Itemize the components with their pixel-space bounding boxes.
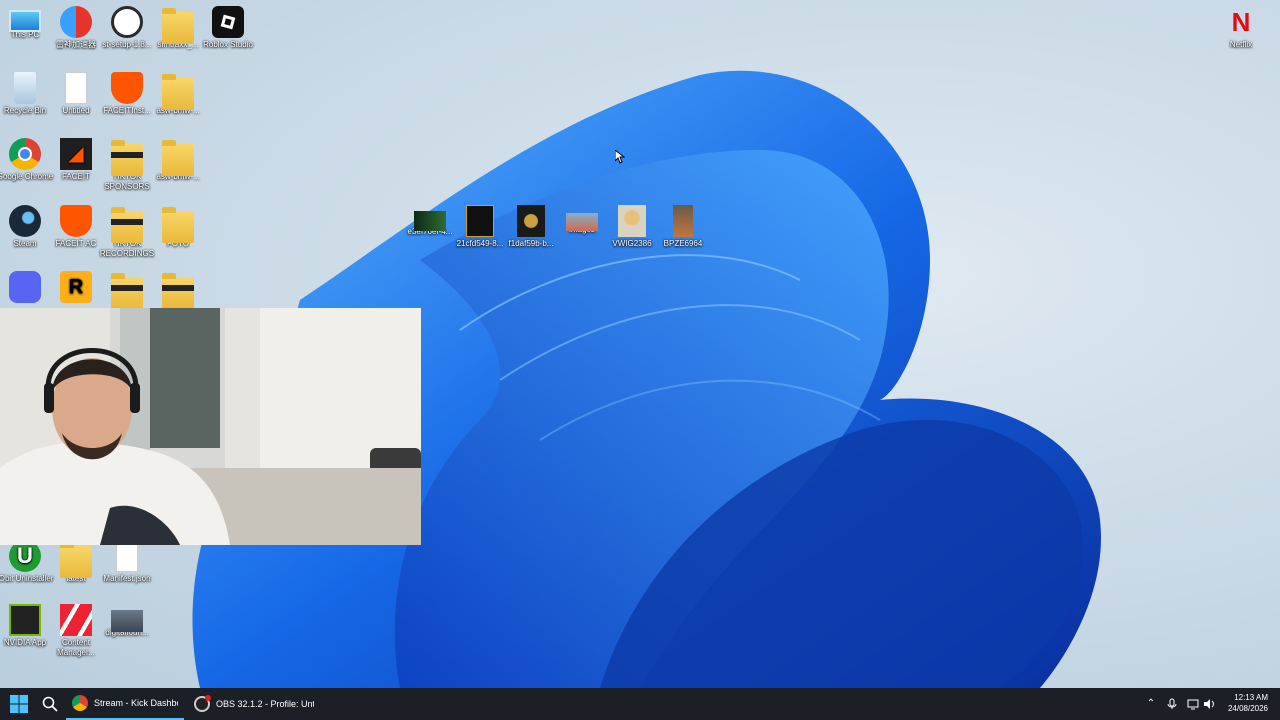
folder-icon: [162, 74, 194, 110]
taskbar-app-chrome[interactable]: Stream - Kick Dashboar: [66, 688, 184, 720]
webcam-overlay: [0, 308, 421, 545]
desktop-icon-foto[interactable]: FOTO: [148, 205, 208, 249]
desktop-icon-bpze6964[interactable]: BPZE6964: [653, 205, 713, 249]
content-manager-icon: [60, 604, 92, 636]
document-icon: [65, 72, 87, 104]
desktop-icon-folder-b[interactable]: [148, 271, 208, 309]
desktop-icon-manifest[interactable]: Manifest.json: [97, 540, 157, 584]
faceit-shield-icon: [111, 72, 143, 104]
image-thumbnail-icon: [566, 213, 598, 231]
desktop: This PC Recycle Bin Google Chrome Steam …: [0, 0, 1280, 688]
taskbar-app-label: Stream - Kick Dashboar: [94, 698, 178, 708]
setup-steam-icon: [111, 6, 143, 38]
desktop-icon-asw-bmw-1[interactable]: asw-bmw-...: [148, 72, 208, 116]
desktop-icon-netflix[interactable]: N Netflix: [1211, 6, 1271, 50]
nvidia-icon: [9, 604, 41, 636]
icon-label: Netflix: [1229, 40, 1253, 49]
image-thumbnail-icon: [111, 610, 143, 632]
desktop-icon-digitalfoundry[interactable]: digitalfoun...: [97, 604, 157, 638]
taskbar-search-button[interactable]: [42, 688, 58, 720]
mouse-cursor-icon: [615, 150, 625, 164]
desktop-icon-roblox-studio[interactable]: Roblox Studio: [198, 6, 258, 50]
monitor-icon: [9, 10, 41, 32]
clock-time: 12:13 AM: [1234, 693, 1268, 702]
taskbar: Stream - Kick Dashboar OBS 32.1.2 - Prof…: [0, 688, 1280, 720]
folder-icon: [162, 207, 194, 243]
image-thumbnail-icon: [673, 205, 693, 237]
faceit-icon: ◢: [60, 138, 92, 170]
image-thumbnail-icon: [414, 211, 446, 231]
microphone-icon[interactable]: [1166, 698, 1178, 710]
search-icon: [42, 696, 58, 712]
image-thumbnail-icon: [618, 205, 646, 237]
image-thumbnail-icon: [466, 205, 494, 237]
recycle-bin-icon: [14, 72, 36, 104]
taskbar-app-label: OBS 32.1.2 - Profile: Unt: [216, 699, 314, 709]
folder-icon: [111, 140, 143, 176]
folder-icon: [162, 273, 194, 309]
steam-icon: [9, 205, 41, 237]
thunder-accelerator-icon: [60, 6, 92, 38]
faceit-ac-shield-icon: [60, 205, 92, 237]
folder-icon: [60, 542, 92, 578]
folder-icon: [111, 273, 143, 309]
volume-icon[interactable]: [1203, 698, 1215, 710]
folder-icon: [162, 8, 194, 44]
desktop-icon-asw-bmw-2[interactable]: asw-bmw-...: [148, 138, 208, 182]
icon-label: f1daf59b-b...: [508, 239, 554, 248]
discord-icon: [9, 271, 41, 303]
obs-icon: [194, 695, 211, 712]
windows-logo-icon: [10, 695, 28, 713]
image-thumbnail-icon: [517, 205, 545, 237]
icon-label: Manifest.json: [103, 574, 151, 583]
taskbar-clock[interactable]: 12:13 AM 24/08/2026: [1228, 692, 1268, 714]
network-icon[interactable]: [1187, 698, 1199, 710]
chrome-icon: [9, 138, 41, 170]
roblox-studio-icon: [212, 6, 244, 38]
chrome-icon: [72, 695, 88, 711]
rockstar-icon: R: [60, 271, 92, 303]
folder-icon: [162, 140, 194, 176]
webcam-feed-image: [0, 308, 421, 545]
clock-date: 24/08/2026: [1227, 704, 1268, 713]
taskbar-app-obs[interactable]: OBS 32.1.2 - Profile: Unt: [188, 688, 320, 720]
folder-icon: [111, 207, 143, 243]
start-button[interactable]: [10, 688, 28, 720]
icon-label: Roblox Studio: [203, 40, 253, 49]
icon-label: Content Manager...: [57, 638, 95, 657]
netflix-icon: N: [1231, 7, 1251, 37]
tray-chevron-up-icon[interactable]: ⌃: [1145, 698, 1157, 710]
icon-label: BPZE6964: [663, 239, 703, 248]
